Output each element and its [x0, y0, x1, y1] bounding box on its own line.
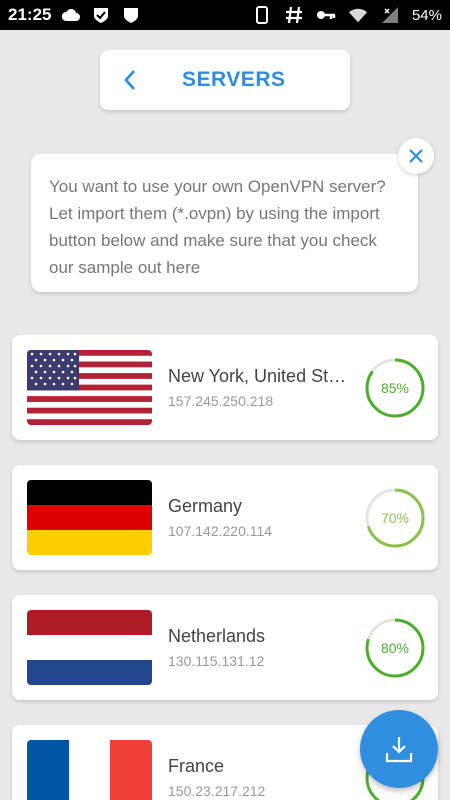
- ping-gauge: 80%: [364, 617, 426, 679]
- ping-label: 70%: [380, 510, 410, 526]
- import-download-icon: [385, 737, 413, 763]
- server-item-new-york[interactable]: New York, United States 157.245.250.218 …: [12, 335, 438, 440]
- fr-flag-icon: [27, 740, 152, 800]
- server-list: New York, United States 157.245.250.218 …: [0, 0, 450, 800]
- server-item-netherlands[interactable]: Netherlands 130.115.131.12 80%: [12, 595, 438, 700]
- server-name: France: [168, 756, 225, 776]
- ping-gauge: 85%: [364, 357, 426, 419]
- import-button[interactable]: [360, 710, 438, 788]
- server-item-germany[interactable]: Germany 107.142.220.114 70%: [12, 465, 438, 570]
- de-flag-icon: [27, 480, 152, 555]
- ping-label: 85%: [380, 380, 410, 396]
- ping-label: 80%: [380, 640, 410, 656]
- server-name: New York, United States: [168, 366, 348, 386]
- nl-flag-icon: [27, 610, 152, 685]
- server-name: Netherlands: [168, 626, 266, 646]
- server-ip: 150.23.217.212: [168, 783, 266, 799]
- server-ip: 107.142.220.114: [168, 523, 273, 539]
- ping-gauge: 70%: [364, 487, 426, 549]
- server-name: Germany: [168, 496, 243, 516]
- server-ip: 157.245.250.218: [168, 393, 274, 409]
- server-ip: 130.115.131.12: [168, 653, 265, 669]
- us-flag-icon: [27, 350, 152, 425]
